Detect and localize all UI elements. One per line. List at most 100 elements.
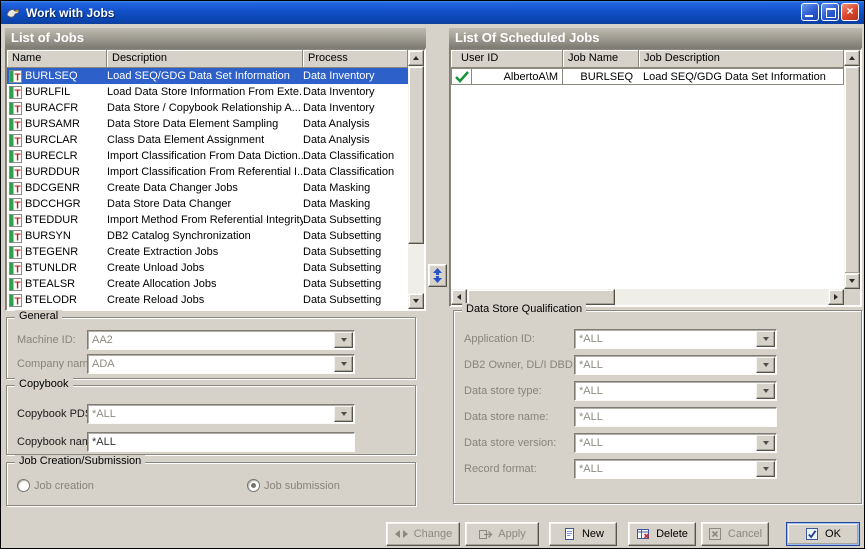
job-icon: T: [9, 86, 22, 99]
scroll-down-button[interactable]: [844, 273, 860, 289]
scroll-down-button[interactable]: [408, 293, 424, 309]
job-row[interactable]: TBTUNLDRCreate Unload JobsData Subsettin…: [7, 260, 408, 276]
job-row[interactable]: TBURSAMR Data Store Data Element Sampling…: [7, 116, 408, 132]
svg-text:T: T: [14, 104, 20, 115]
general-group: General Machine ID: AA2 Company name: AD…: [6, 317, 416, 379]
chevron-down-icon: [341, 338, 347, 342]
job-name: BTUNLDR: [25, 262, 77, 274]
column-header-user-id[interactable]: User ID: [451, 50, 563, 68]
machine-id-combo: AA2: [87, 330, 355, 350]
job-submission-radio: [247, 479, 260, 492]
job-row[interactable]: TBTEDDURImport Method From Referential I…: [7, 212, 408, 228]
job-icon: T: [9, 70, 22, 83]
chevron-down-icon: [763, 363, 769, 367]
scroll-up-button[interactable]: [844, 50, 860, 66]
job-row[interactable]: TBDCGENRCreate Data Changer JobsData Mas…: [7, 180, 408, 196]
job-row[interactable]: TBURDDURImport Classification From Refer…: [7, 164, 408, 180]
job-description: Create Data Changer Jobs: [107, 182, 303, 194]
scroll-thumb[interactable]: [844, 66, 860, 274]
svg-text:T: T: [14, 280, 20, 291]
job-icon: T: [9, 230, 22, 243]
job-description: Create Allocation Jobs: [107, 278, 303, 290]
data-store-version-label: Data store version:: [464, 437, 556, 449]
delete-icon: [636, 527, 651, 541]
dropdown-button: [334, 356, 353, 372]
ok-icon: [805, 527, 820, 541]
work-with-jobs-window: Work with Jobs × List of Jobs List Of Sc…: [0, 0, 865, 549]
jobs-table-header: Name Description Process: [7, 50, 408, 68]
scheduled-panel-header: List Of Scheduled Jobs: [449, 28, 862, 48]
record-format-label: Record format:: [464, 463, 537, 475]
minimize-button[interactable]: [801, 3, 819, 21]
data-store-type-value: *ALL: [579, 385, 603, 397]
job-process: Data Analysis: [303, 118, 408, 130]
title-bar[interactable]: Work with Jobs ×: [1, 1, 864, 24]
scroll-right-button[interactable]: [828, 289, 844, 305]
svg-text:T: T: [14, 216, 20, 227]
job-description: Data Store Data Element Sampling: [107, 118, 303, 130]
scheduled-jobs-table: User ID Job Name Job Description Alberto…: [449, 48, 862, 307]
job-name: BURSAMR: [25, 118, 80, 130]
job-process: Data Masking: [303, 198, 408, 210]
maximize-button[interactable]: [821, 3, 839, 21]
close-button[interactable]: ×: [841, 3, 859, 21]
db2-owner-dl-i-dbd-combo: *ALL: [574, 355, 777, 375]
job-name: BURACFR: [25, 102, 78, 114]
ok-button[interactable]: OK: [786, 522, 860, 546]
arrow-left-icon: [457, 294, 461, 300]
chevron-down-icon: [341, 362, 347, 366]
column-header-job-name[interactable]: Job Name: [563, 50, 639, 68]
column-header-process[interactable]: Process: [303, 50, 408, 68]
copybook-name-input[interactable]: *ALL: [87, 432, 355, 452]
scroll-thumb[interactable]: [408, 66, 424, 244]
column-header-job-description[interactable]: Job Description: [639, 50, 844, 68]
application-id-combo: *ALL: [574, 329, 777, 349]
record-format-combo: *ALL: [574, 459, 777, 479]
job-icon: T: [9, 278, 22, 291]
db2-owner-dl-i-dbd-label: DB2 Owner, DL/I DBD:: [464, 359, 576, 371]
job-row[interactable]: TBURLSEQLoad SEQ/GDG Data Set Informatio…: [7, 68, 408, 84]
scroll-up-button[interactable]: [408, 50, 424, 66]
job-description: Class Data Element Assignment: [107, 134, 303, 146]
job-row[interactable]: TBURCLARClass Data Element AssignmentDat…: [7, 132, 408, 148]
svg-text:T: T: [14, 152, 20, 163]
chevron-down-icon: [763, 467, 769, 471]
job-row[interactable]: TBTELODRCreate Reload JobsData Subsettin…: [7, 292, 408, 308]
new-button[interactable]: New: [549, 522, 617, 546]
job-description: DB2 Catalog Synchronization: [107, 230, 303, 242]
job-creation-group: Job Creation/Submission Job creation Job…: [6, 462, 416, 506]
svg-text:T: T: [14, 200, 20, 211]
job-row[interactable]: TBURSYNDB2 Catalog SynchronizationData S…: [7, 228, 408, 244]
job-row[interactable]: TBURLFILLoad Data Store Information From…: [7, 84, 408, 100]
job-row[interactable]: T BURACFR Data Store / Copybook Relationsh…: [7, 100, 408, 116]
job-icon: T: [9, 118, 22, 131]
job-row[interactable]: TBDCCHGRData Store Data ChangerData Mask…: [7, 196, 408, 212]
scheduled-job-row[interactable]: AlbertoA\MBURLSEQLoad SEQ/GDG Data Set I…: [451, 68, 844, 85]
job-name: BTEGENR: [25, 246, 78, 258]
column-header-name[interactable]: Name: [7, 50, 107, 68]
general-group-title: General: [15, 310, 62, 322]
chevron-down-icon: [763, 337, 769, 341]
scheduled-user-id: AlbertoA\M: [471, 69, 563, 84]
job-row[interactable]: TBTEGENRCreate Extraction JobsData Subse…: [7, 244, 408, 260]
job-row[interactable]: TBTEALSRCreate Allocation JobsData Subse…: [7, 276, 408, 292]
job-process: Data Inventory: [303, 70, 408, 82]
jobs-panel-header: List of Jobs: [5, 28, 426, 48]
jobs-table: Name Description Process TBURLSEQLoad SE…: [5, 48, 426, 311]
job-name: BTEDDUR: [25, 214, 78, 226]
column-header-description[interactable]: Description: [107, 50, 303, 68]
change-icon: [394, 527, 409, 541]
job-description: Load SEQ/GDG Data Set Information: [107, 70, 303, 82]
qualification-group-title: Data Store Qualification: [462, 303, 586, 315]
job-row[interactable]: TBURECLRImport Classification From Data …: [7, 148, 408, 164]
delete-button[interactable]: Delete: [628, 522, 696, 546]
copybook-pds-value: *ALL: [92, 408, 116, 420]
job-process: Data Inventory: [303, 102, 408, 114]
window-title: Work with Jobs: [26, 6, 114, 20]
job-description: Data Store / Copybook Relationship A...: [107, 102, 303, 114]
schedule-transfer-button[interactable]: [428, 264, 447, 287]
up-down-arrows-icon: [432, 268, 443, 283]
application-id-value: *ALL: [579, 333, 603, 345]
chevron-down-icon: [763, 389, 769, 393]
job-description: Create Unload Jobs: [107, 262, 303, 274]
